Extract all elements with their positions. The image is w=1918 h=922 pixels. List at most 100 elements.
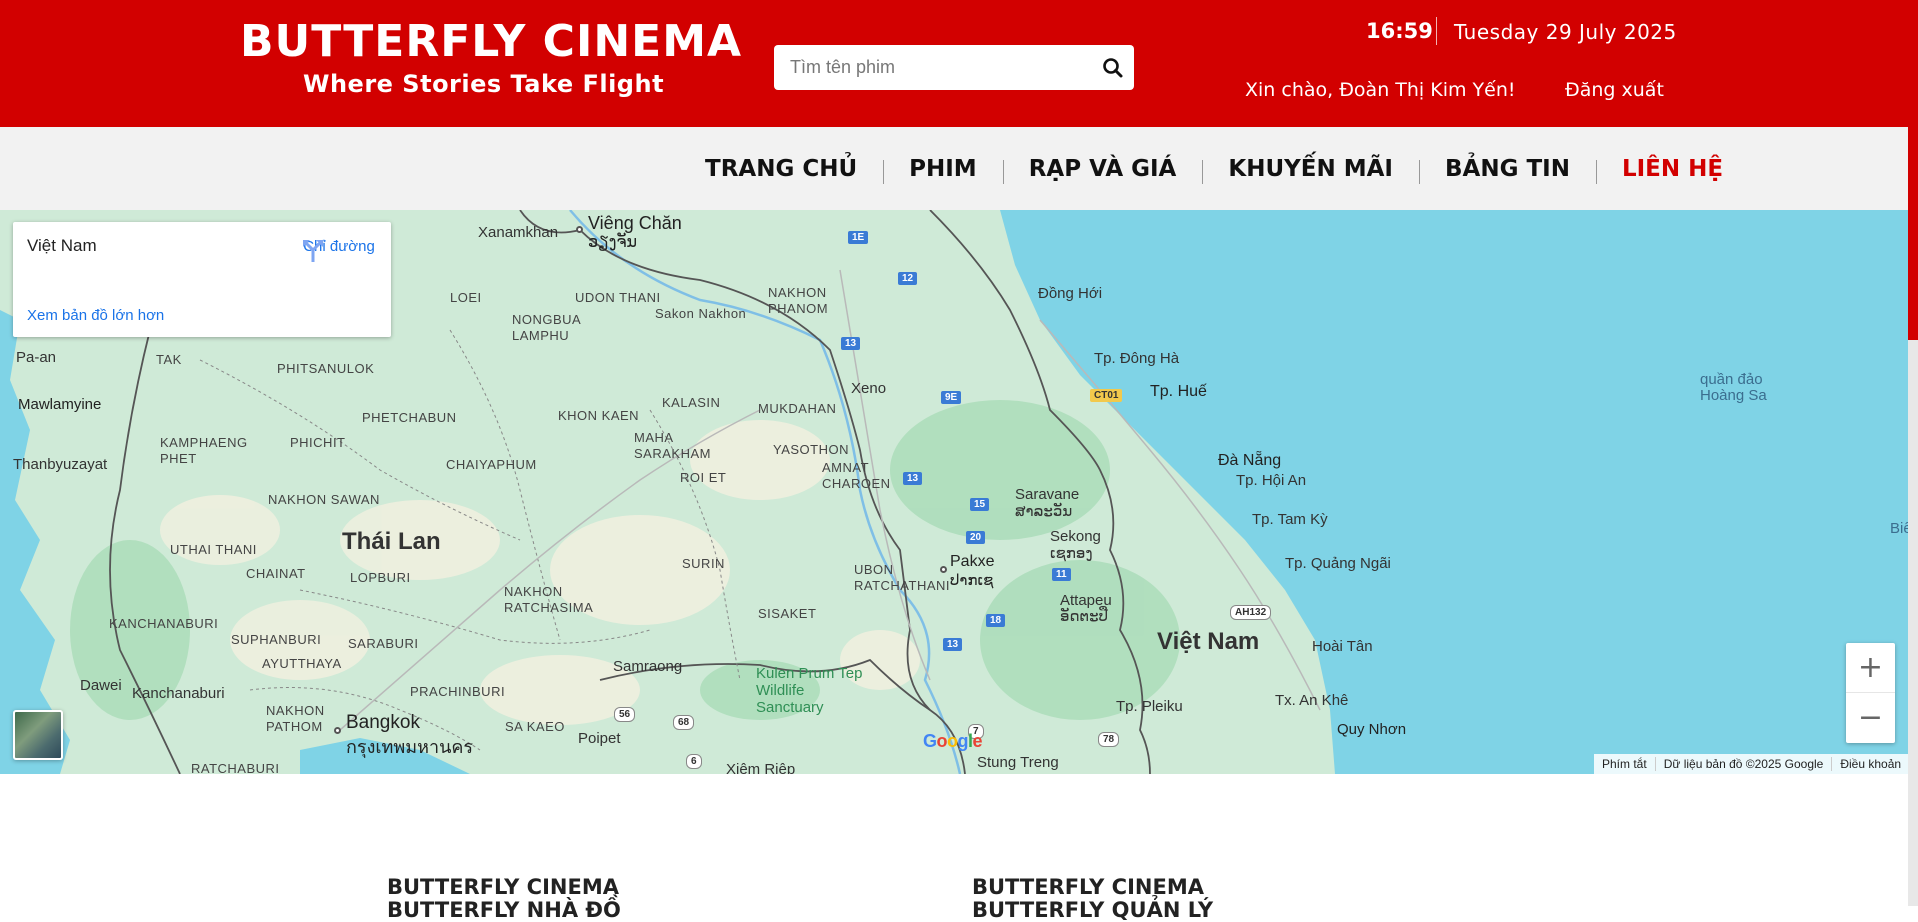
- map-label-province: KHON KAEN: [558, 408, 640, 423]
- google-logo: Google: [923, 731, 983, 751]
- map-label-province: AYUTTHAYA: [262, 656, 342, 671]
- site-header: BUTTERFLY CINEMA Where Stories Take Flig…: [0, 0, 1918, 127]
- road-shield: 9E: [941, 391, 962, 404]
- nav-item-contact[interactable]: LIÊN HỆ: [1595, 156, 1749, 184]
- map-label-province: NAKHON SAWAN: [268, 492, 380, 507]
- nav-item-cinemas-prices[interactable]: RẠP VÀ GIÁ: [1002, 156, 1203, 184]
- nav-item-promotions[interactable]: KHUYẾN MÃI: [1202, 156, 1419, 184]
- map-label-city: Tp. Huế: [1150, 383, 1207, 400]
- scrollbar-track[interactable]: [1908, 340, 1918, 906]
- map-label-province: KAMPHAENG PHET: [160, 435, 248, 466]
- map-label-country: Thái Lan: [342, 528, 441, 555]
- map-label-city: Hoài Tân: [1312, 638, 1373, 655]
- map-layer-toggle[interactable]: [13, 710, 63, 760]
- map-label-city: ສາລະວັນ: [1015, 503, 1073, 520]
- map-label-city: ປາກເຊ: [950, 572, 994, 589]
- map-label-city: Tp. Tam Kỳ: [1252, 511, 1328, 528]
- footer-column-title: BUTTERFLY CINEMA: [972, 875, 1204, 899]
- search-icon[interactable]: [1100, 55, 1126, 81]
- map-data-attribution: Dữ liệu bản đồ ©2025 Google: [1654, 757, 1832, 771]
- map-label-city: Thanbyuzayat: [13, 456, 108, 473]
- directions-icon: [303, 240, 323, 262]
- current-date: Tuesday 29 July 2025: [1454, 20, 1677, 44]
- map-label-city: Đà Nẵng: [1218, 452, 1282, 469]
- map-label-province: NONGBUA LAMPHU: [512, 312, 581, 343]
- map-label-province: NAKHON PATHOM: [266, 703, 325, 734]
- map-info-card: Việt Nam Chỉ đường Xem bản đồ lớn hơn: [13, 222, 391, 337]
- map-label-province: KANCHANABURI: [109, 616, 219, 631]
- google-map[interactable]: Việt Nam Chỉ đường Xem bản đồ lớn hơn Th…: [0, 210, 1908, 774]
- map-label-province: UDON THANI: [575, 290, 661, 305]
- map-label-city: Viêng Chăn: [588, 213, 682, 233]
- clock-divider: [1436, 17, 1437, 45]
- map-label-city: Tx. An Khê: [1275, 692, 1349, 709]
- map-label-park: Kulen Prum Tep Wildlife Sanctuary: [756, 665, 863, 716]
- map-label-province: SURIN: [682, 556, 725, 571]
- map-label-province: TAK: [156, 352, 182, 367]
- footer-column-subtitle: BUTTERFLY NHÀ ĐỒ: [387, 898, 621, 922]
- nav-item-home[interactable]: TRANG CHỦ: [679, 156, 883, 182]
- road-shield: 13: [841, 337, 861, 350]
- zoom-in-button[interactable]: +: [1846, 643, 1895, 693]
- map-label-city: Sekong: [1050, 528, 1101, 545]
- map-label-province: NAKHON PHANOM: [768, 285, 829, 316]
- logout-link[interactable]: Đăng xuất: [1565, 79, 1664, 101]
- map-label-province: SARABURI: [348, 636, 419, 651]
- map-label-city: Đồng Hới: [1038, 285, 1103, 302]
- map-label-city: Quy Nhơn: [1337, 721, 1407, 738]
- road-shield: 1E: [848, 231, 869, 244]
- map-label-city: Kanchanaburi: [132, 685, 225, 702]
- map-attribution-bar: Phím tắt Dữ liệu bản đồ ©2025 Google Điề…: [1594, 754, 1908, 774]
- user-greeting[interactable]: Xin chào, Đoàn Thị Kim Yến!: [1245, 79, 1516, 101]
- map-label-province: RATCHABURI: [191, 761, 280, 774]
- map-label-province: PHETCHABUN: [362, 410, 457, 425]
- directions-button[interactable]: Chỉ đường: [299, 236, 379, 262]
- map-label-province: SISAKET: [758, 606, 817, 621]
- zoom-out-button[interactable]: −: [1846, 693, 1895, 743]
- map-label-sea: Biể: [1890, 520, 1908, 537]
- map-label-city: ເຊກອງ: [1050, 545, 1093, 562]
- brand-tagline: Where Stories Take Flight: [303, 70, 665, 98]
- map-label-city: Xiêm Riệp: [726, 761, 796, 774]
- map-label-province: UTHAI THANI: [170, 542, 257, 557]
- map-label-city: Saravane: [1015, 486, 1080, 503]
- road-shield: AH132: [1230, 605, 1272, 620]
- keyboard-shortcuts-link[interactable]: Phím tắt: [1594, 757, 1655, 771]
- map-label-city: Pakxe: [950, 553, 995, 570]
- nav-item-movies[interactable]: PHIM: [883, 156, 1003, 184]
- map-label-city: Bangkok: [346, 712, 420, 733]
- scrollbar-thumb[interactable]: [1908, 78, 1918, 340]
- search-input[interactable]: [774, 45, 1084, 90]
- map-label-city: Tp. Pleiku: [1116, 698, 1183, 715]
- city-marker: [940, 566, 947, 573]
- map-label-city: Dawei: [80, 677, 122, 694]
- brand-title[interactable]: BUTTERFLY CINEMA: [240, 16, 742, 67]
- map-label-province: PHITSANULOK: [277, 361, 375, 376]
- main-nav: TRANG CHỦ PHIM RẠP VÀ GIÁ KHUYẾN MÃI BẢN…: [0, 127, 1908, 210]
- map-label-province: AMNAT CHAROEN: [822, 460, 891, 491]
- map-label-province: Sakon Nakhon: [655, 306, 747, 321]
- road-shield: 18: [986, 614, 1006, 627]
- map-label-province: UBON RATCHATHANI: [854, 562, 951, 593]
- map-label-province: CHAINAT: [246, 566, 306, 581]
- zoom-control: + −: [1846, 643, 1895, 743]
- road-shield: 15: [970, 498, 990, 511]
- road-shield: 6: [686, 754, 702, 769]
- map-label-city: Pa-an: [16, 349, 57, 366]
- city-marker: [576, 226, 583, 233]
- map-label-province: PRACHINBURI: [410, 684, 506, 699]
- map-label-city: ວຽງຈັນ: [588, 234, 638, 251]
- road-shield: 78: [1098, 732, 1120, 747]
- view-larger-map-link[interactable]: Xem bản đồ lớn hơn: [27, 307, 164, 324]
- map-label-city: Stung Treng: [977, 754, 1059, 771]
- clock-time: 16:59: [1366, 19, 1433, 43]
- road-shield: 13: [903, 472, 923, 485]
- terms-link[interactable]: Điều khoản: [1831, 757, 1908, 771]
- map-label-province: MAHA SARAKHAM: [634, 430, 711, 461]
- nav-item-news[interactable]: BẢNG TIN: [1419, 156, 1596, 184]
- map-label-province: LOPBURI: [350, 570, 411, 585]
- footer-column-subtitle: BUTTERFLY QUẢN LÝ: [972, 898, 1214, 922]
- map-label-province: SA KAEO: [505, 719, 565, 734]
- map-label-province: CHAIYAPHUM: [446, 457, 537, 472]
- road-shield: 11: [1052, 568, 1071, 581]
